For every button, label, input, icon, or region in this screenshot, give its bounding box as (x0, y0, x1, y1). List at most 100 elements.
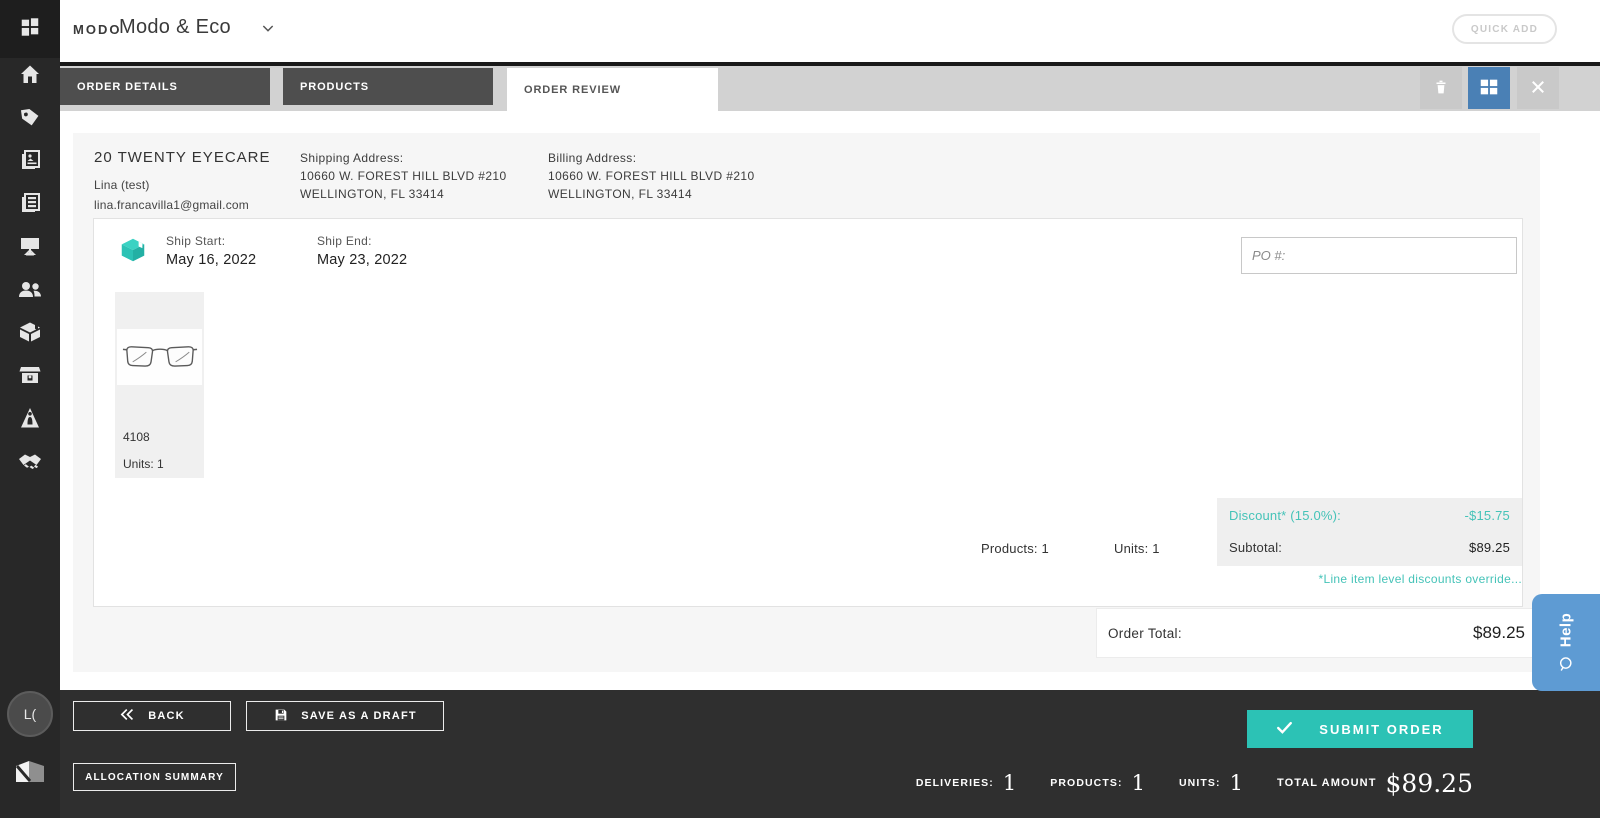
products-value: 1 (1131, 771, 1145, 795)
ship-end-value: May 23, 2022 (317, 252, 408, 268)
tab-order-review[interactable]: ORDER REVIEW (507, 68, 718, 111)
app-launcher-button[interactable] (0, 0, 60, 58)
ship-start-value: May 16, 2022 (166, 252, 257, 268)
ship-end-label: Ship End: (317, 234, 372, 248)
showroom-icon (18, 234, 42, 263)
customer-contact: Lina (test) (94, 178, 150, 192)
order-review-panel: 20 TWENTY EYECARE Lina (test) lina.franc… (60, 111, 1600, 690)
grid-view-button[interactable] (1468, 67, 1510, 109)
delivery-box: Ship Start: May 16, 2022 Ship End: May 2… (93, 218, 1523, 607)
sidebar-item-showroom[interactable] (18, 236, 42, 260)
help-label: Help (1557, 612, 1575, 648)
deliveries-value: 1 (1002, 771, 1017, 795)
chevron-down-icon[interactable] (260, 20, 276, 41)
modo-brand-logo: MODO (73, 22, 122, 37)
storefront-icon (18, 363, 42, 392)
submit-order-label: SUBMIT ORDER (1319, 721, 1444, 737)
discount-note[interactable]: *Line item level discounts override... (1319, 572, 1523, 586)
tag-icon (18, 105, 42, 134)
customers-icon (17, 277, 43, 306)
sidebar-item-shipments[interactable] (18, 322, 42, 346)
customer-name: 20 TWENTY EYECARE (94, 149, 271, 166)
order-total-value: $89.25 (1473, 623, 1525, 642)
fit-icon (18, 406, 42, 435)
tab-order-details[interactable]: ORDER DETAILS (60, 68, 270, 105)
products-summary: Products: 1 (981, 541, 1049, 556)
delete-icon (1432, 78, 1450, 99)
stat-deliveries: DELIVERIES: 1 (916, 771, 1016, 795)
save-draft-button[interactable]: SAVE AS A DRAFT (246, 701, 444, 731)
ship-start: Ship Start: May 16, 2022 (166, 234, 256, 268)
product-image (117, 329, 202, 385)
stat-total-amount: TOTAL AMOUNT $89.25 (1277, 769, 1473, 798)
account-dropdown[interactable]: Modo & Eco (119, 16, 231, 39)
product-sku: 4108 (123, 430, 150, 444)
delete-order-button[interactable] (1420, 67, 1462, 109)
units-label: UNITS: (1178, 777, 1221, 789)
subtotal-label: Subtotal: (1229, 540, 1283, 555)
tab-products[interactable]: PRODUCTS (283, 68, 493, 105)
quick-add-button[interactable]: QUICK ADD (1451, 14, 1557, 44)
sidebar-item-fit[interactable] (18, 406, 42, 435)
package-icon (118, 235, 148, 270)
help-tab[interactable]: Help (1532, 594, 1600, 691)
stat-products: PRODUCTS: 1 (1050, 771, 1145, 795)
discount-label: Discount* (15.0%): (1229, 508, 1341, 523)
total-amount-value: $89.25 (1385, 768, 1473, 798)
double-chevron-left-icon (119, 707, 136, 725)
discount-value: -$15.75 (1464, 508, 1510, 523)
save-icon (273, 707, 289, 726)
stat-units: UNITS: 1 (1179, 771, 1243, 795)
back-label: BACK (148, 710, 185, 722)
home-icon (18, 62, 42, 91)
top-header: MODO Modo & Eco QUICK ADD (60, 0, 1600, 62)
shipping-address-line1: 10660 W. FOREST HILL BLVD #210 (300, 169, 507, 183)
check-icon (1276, 721, 1293, 738)
save-draft-label: SAVE AS A DRAFT (301, 710, 417, 722)
grid-view-icon (1478, 76, 1500, 101)
po-number-input[interactable] (1241, 237, 1517, 274)
submit-order-button[interactable]: SUBMIT ORDER (1247, 710, 1473, 748)
sidebar-item-home[interactable] (18, 64, 42, 88)
screen: MODO Modo & Eco QUICK ADD ORDER DETAILS … (0, 0, 1600, 818)
app-sidebar: L( (0, 0, 60, 818)
catalog-icon (18, 148, 42, 177)
deliveries-label: DELIVERIES: (915, 777, 994, 789)
user-avatar[interactable]: L( (7, 691, 53, 737)
close-order-button[interactable] (1517, 67, 1559, 109)
back-button[interactable]: BACK (73, 701, 231, 731)
total-amount-label: TOTAL AMOUNT (1276, 777, 1377, 789)
product-card[interactable]: 4108 Units: 1 (115, 292, 204, 478)
customer-info: 20 TWENTY EYECARE Lina (test) lina.franc… (94, 149, 271, 215)
sidebar-item-partners[interactable] (18, 451, 42, 475)
units-value: 1 (1229, 771, 1243, 795)
sidebar-item-catalog[interactable] (18, 148, 42, 177)
sidebar-item-storefront[interactable] (18, 365, 42, 389)
discount-subtotal-box: Discount* (15.0%): -$15.75 Subtotal: $89… (1217, 498, 1522, 566)
close-icon (1529, 78, 1547, 99)
order-total-label: Order Total: (1108, 625, 1182, 641)
ship-start-label: Ship Start: (166, 234, 226, 248)
shipping-address-line2: WELLINGTON, FL 33414 (300, 187, 445, 201)
nuorder-logo (14, 758, 46, 786)
billing-address-line1: 10660 W. FOREST HILL BLVD #210 (548, 169, 755, 183)
sidebar-item-customers[interactable] (18, 279, 42, 303)
ship-end: Ship End: May 23, 2022 (317, 234, 407, 268)
order-card: 20 TWENTY EYECARE Lina (test) lina.franc… (73, 133, 1540, 672)
sidebar-item-tags[interactable] (18, 107, 42, 131)
billing-address: Billing Address: 10660 W. FOREST HILL BL… (548, 149, 755, 203)
order-tab-bar: ORDER DETAILS PRODUCTS ORDER REVIEW (60, 62, 1600, 111)
allocation-summary-button[interactable]: ALLOCATION SUMMARY (73, 763, 236, 791)
shipments-icon (17, 320, 43, 349)
partners-icon (17, 449, 43, 478)
product-units: Units: 1 (123, 457, 164, 471)
order-total-strip: Order Total: $89.25 (1096, 608, 1540, 658)
customer-email: lina.francavilla1@gmail.com (94, 198, 249, 212)
app-launcher-icon (19, 16, 41, 43)
subtotal-value: $89.25 (1469, 540, 1510, 555)
order-stats: DELIVERIES: 1 PRODUCTS: 1 UNITS: 1 TOTAL… (916, 758, 1473, 808)
bottom-action-bar: BACK SAVE AS A DRAFT SUBMIT ORDER ALLOCA… (60, 690, 1600, 818)
shipping-address: Shipping Address: 10660 W. FOREST HILL B… (300, 149, 507, 203)
sidebar-item-linesheets[interactable] (18, 191, 42, 220)
linesheet-icon (18, 191, 42, 220)
